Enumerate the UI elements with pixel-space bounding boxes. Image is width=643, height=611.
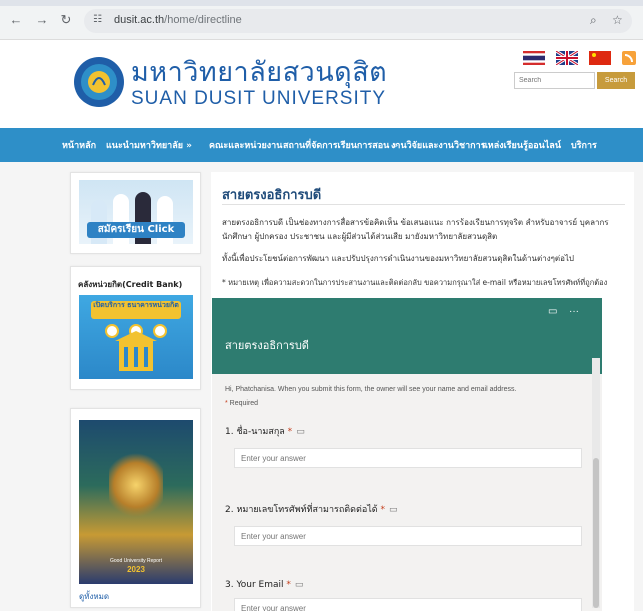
credit-bank-title: คลังหน่วยกิต(Credit Bank): [78, 280, 183, 289]
embedded-form: ▭ ··· สายตรงอธิการบดี Hi, Phatchanisa. W…: [212, 298, 602, 611]
nav-item-online-learning[interactable]: แหล่งเรียนรู้ออนไลน์: [482, 138, 561, 152]
immersive-reader-icon[interactable]: ▭: [548, 306, 557, 317]
report-title: Good University Report: [110, 558, 162, 564]
back-arrow-icon[interactable]: ←: [8, 12, 24, 28]
address-bar[interactable]: ☷ dusit.ac.th/home/directline ⌕ ☆: [84, 9, 632, 33]
site-search-button[interactable]: Search: [597, 72, 635, 89]
web-page: มหาวิทยาลัยสวนดุสิต SUAN DUSIT UNIVERSIT…: [0, 40, 643, 611]
signin-notice: Hi, Phatchanisa. When you submit this fo…: [225, 386, 517, 393]
question-name-label: 1. ชื่อ-นามสกุล: [225, 427, 285, 437]
form-scrollbar-thumb[interactable]: [593, 458, 599, 608]
contact-note: * หมายเหตุ เพื่อความสะดวกในการประสานงานแ…: [222, 278, 608, 287]
tune-icon[interactable]: ☷: [93, 14, 102, 25]
university-title-thai: มหาวิทยาลัยสวนดุสิต: [131, 57, 388, 88]
nav-item-home[interactable]: หน้าหลัก: [62, 138, 96, 152]
question-email-label: 3. Your Email: [225, 580, 284, 590]
tab-strip: [0, 0, 643, 6]
immersive-reader-icon[interactable]: ▭: [389, 505, 398, 515]
credit-bank-banner[interactable]: เปิดบริการ ธนาคารหน่วยกิต: [79, 295, 193, 379]
university-title-english: SUAN DUSIT UNIVERSITY: [131, 88, 387, 109]
url-path: /home/directline: [164, 14, 242, 26]
star-icon[interactable]: ☆: [612, 13, 623, 27]
see-all-link[interactable]: ดูทั้งหมด: [79, 590, 109, 603]
nav-item-research[interactable]: งานวิจัยและงานวิชาการ: [391, 138, 486, 152]
content-area: สมัครเรียน Click คลังหน่วยกิต(Credit Ban…: [0, 162, 643, 611]
title-divider: [222, 204, 625, 205]
main-navigation: หน้าหลัก แนะนำมหาวิทยาลัย » คณะและหน่วยง…: [0, 128, 643, 162]
form-header: ▭ ··· สายตรงอธิการบดี: [212, 298, 602, 374]
question-phone-label: 2. หมายเลขโทรศัพท์ที่สามารถติดต่อได้: [225, 505, 378, 515]
report-year: 2023: [127, 565, 145, 574]
apply-banner-label: สมัครเรียน Click: [87, 222, 185, 238]
required-label: Required: [229, 400, 259, 407]
answer-name-input[interactable]: [234, 448, 582, 468]
url-host: dusit.ac.th: [114, 14, 165, 26]
immersive-reader-icon[interactable]: ▭: [295, 580, 304, 590]
nav-item-about[interactable]: แนะนำมหาวิทยาลัย »: [106, 138, 192, 152]
university-logo[interactable]: [73, 49, 125, 119]
browser-toolbar: ← → ↻ ☷ dusit.ac.th/home/directline ⌕ ☆: [0, 0, 643, 40]
site-search-input[interactable]: [514, 72, 595, 89]
url-text[interactable]: dusit.ac.th/home/directline: [114, 14, 242, 26]
form-title: สายตรงอธิการบดี: [225, 339, 309, 352]
question-email: 3. Your Email * ▭: [225, 580, 304, 590]
question-phone: 2. หมายเลขโทรศัพท์ที่สามารถติดต่อได้ * ▭: [225, 505, 398, 515]
thai-flag-icon[interactable]: [523, 51, 545, 65]
purpose-paragraph: ทั้งนี้เพื่อประโยชน์ต่อการพัฒนา และปรับป…: [222, 254, 574, 263]
credit-banner-heading: เปิดบริการ ธนาคารหน่วยกิต: [91, 301, 181, 319]
site-header: มหาวิทยาลัยสวนดุสิต SUAN DUSIT UNIVERSIT…: [0, 40, 643, 124]
intro-paragraph: สายตรงอธิการบดี เป็นช่องทางการสื่อสารข้อ…: [222, 218, 609, 241]
more-icon[interactable]: ···: [569, 306, 579, 317]
bank-building-icon: [115, 331, 157, 371]
forward-arrow-icon[interactable]: →: [34, 12, 50, 28]
immersive-reader-icon[interactable]: ▭: [296, 427, 305, 437]
rss-icon[interactable]: [622, 51, 636, 65]
answer-phone-input[interactable]: [234, 526, 582, 546]
nav-item-services[interactable]: บริการ: [571, 138, 597, 152]
nav-item-campuses[interactable]: สถานที่จัดการเรียนการสอน »: [283, 138, 398, 152]
required-indicator: * Required: [225, 400, 259, 407]
zoom-icon[interactable]: ⌕: [590, 13, 597, 28]
reload-icon[interactable]: ↻: [58, 12, 74, 28]
china-flag-icon[interactable]: [589, 51, 611, 65]
apply-banner[interactable]: สมัครเรียน Click: [79, 180, 193, 244]
uk-flag-icon[interactable]: [556, 51, 578, 65]
golden-tree-image: [109, 450, 163, 520]
nav-item-faculties[interactable]: คณะและหน่วยงาน: [209, 138, 282, 152]
page-title: สายตรงอธิการบดี: [222, 188, 322, 203]
question-name: 1. ชื่อ-นามสกุล * ▭: [225, 427, 305, 437]
good-university-report-cover[interactable]: Good University Report 2023: [79, 420, 193, 584]
answer-email-input[interactable]: [234, 598, 582, 611]
form-body: Hi, Phatchanisa. When you submit this fo…: [212, 374, 590, 611]
